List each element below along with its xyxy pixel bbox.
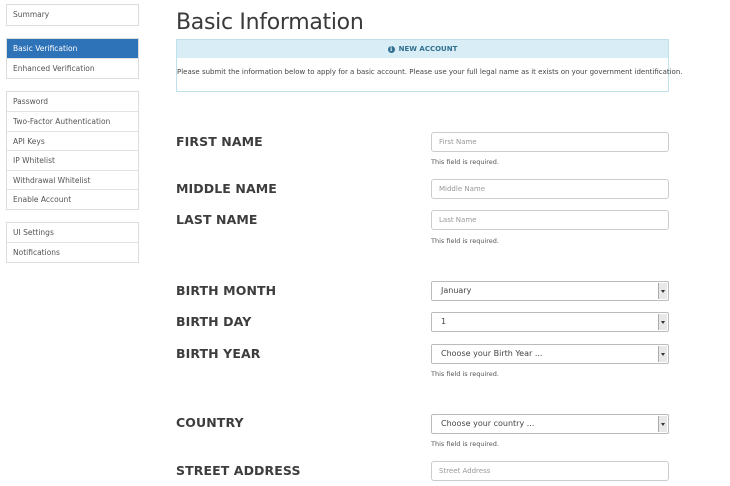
birth-day-value: 1 <box>441 317 447 326</box>
sidebar-group-security: Password Two-Factor Authentication API K… <box>6 90 139 210</box>
alert-message: Please submit the information below to a… <box>177 68 683 76</box>
page-title: Basic Information <box>176 10 364 35</box>
birth-year-help: This field is required. <box>431 370 499 378</box>
last-name-help: This field is required. <box>431 237 499 245</box>
sidebar-item-api-keys[interactable]: API Keys <box>7 130 138 151</box>
chevron-down-icon <box>658 283 667 299</box>
info-circle-icon: i <box>387 45 395 53</box>
sidebar-group-preferences: UI Settings Notifications <box>6 221 139 263</box>
chevron-down-icon <box>658 314 667 330</box>
birth-month-select[interactable]: January <box>431 281 669 301</box>
alert-header: i NEW ACCOUNT <box>177 40 668 58</box>
first-name-input[interactable]: First Name <box>431 132 669 152</box>
birth-year-label: BIRTH YEAR <box>176 346 261 361</box>
new-account-alert: i NEW ACCOUNT Please submit the informat… <box>176 39 683 92</box>
birth-month-value: January <box>441 286 472 295</box>
first-name-help: This field is required. <box>431 158 499 166</box>
sidebar-item-enhanced-verification[interactable]: Enhanced Verification <box>7 58 138 78</box>
alert-heading: NEW ACCOUNT <box>398 45 458 53</box>
sidebar-item-ui-settings[interactable]: UI Settings <box>7 223 138 243</box>
birth-day-select[interactable]: 1 <box>431 312 669 332</box>
country-select[interactable]: Choose your country ... <box>431 414 669 434</box>
country-value: Choose your country ... <box>441 419 535 428</box>
settings-sidebar: Summary Basic Verification Enhanced Veri… <box>6 4 139 275</box>
street-address-input[interactable]: Street Address <box>431 461 669 481</box>
sidebar-group-summary: Summary <box>6 4 139 26</box>
middle-name-input[interactable]: Middle Name <box>431 179 669 199</box>
last-name-label: LAST NAME <box>176 212 258 227</box>
country-help: This field is required. <box>431 440 499 448</box>
sidebar-item-enable-account[interactable]: Enable Account <box>7 189 138 209</box>
sidebar-item-withdrawal-whitelist[interactable]: Withdrawal Whitelist <box>7 169 138 190</box>
birth-year-value: Choose your Birth Year ... <box>441 349 543 358</box>
first-name-label: FIRST NAME <box>176 134 263 149</box>
sidebar-item-summary[interactable]: Summary <box>7 5 138 25</box>
birth-year-select[interactable]: Choose your Birth Year ... <box>431 344 669 364</box>
country-label: COUNTRY <box>176 415 244 430</box>
chevron-down-icon <box>658 416 667 432</box>
chevron-down-icon <box>658 346 667 362</box>
middle-name-label: MIDDLE NAME <box>176 181 277 196</box>
sidebar-item-password[interactable]: Password <box>7 92 138 112</box>
birth-month-label: BIRTH MONTH <box>176 283 277 298</box>
sidebar-item-ip-whitelist[interactable]: IP Whitelist <box>7 150 138 170</box>
street-address-label: STREET ADDRESS <box>176 463 301 478</box>
sidebar-item-two-factor[interactable]: Two-Factor Authentication <box>7 111 138 131</box>
sidebar-item-notifications[interactable]: Notifications <box>7 242 138 262</box>
last-name-input[interactable]: Last Name <box>431 210 669 230</box>
sidebar-group-verification: Basic Verification Enhanced Verification <box>6 37 139 79</box>
birth-day-label: BIRTH DAY <box>176 314 252 329</box>
sidebar-item-basic-verification[interactable]: Basic Verification <box>7 38 138 58</box>
